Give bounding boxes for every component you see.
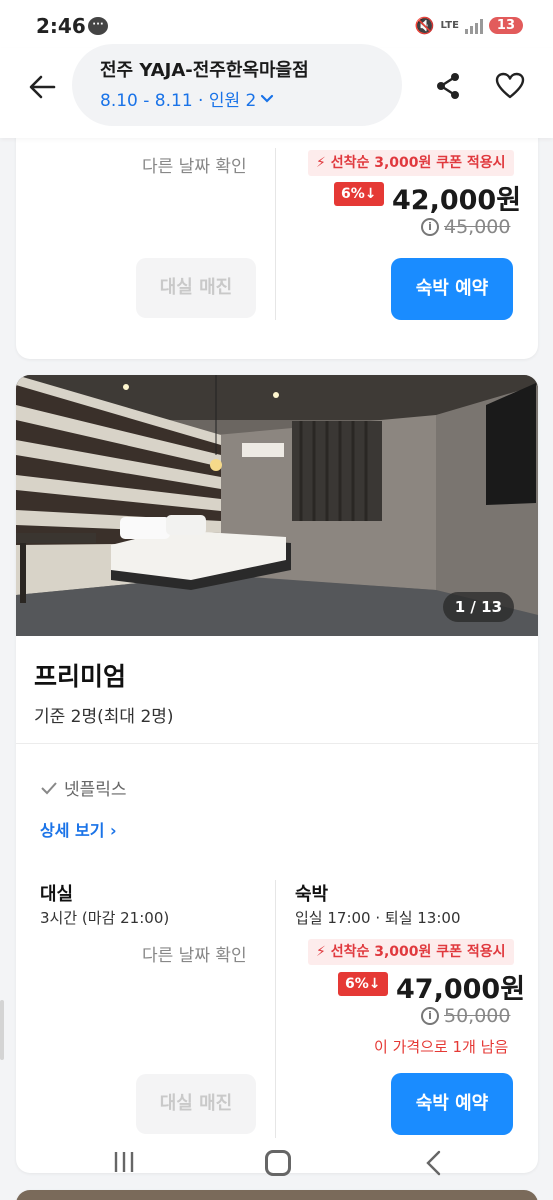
rental-other-date[interactable]: 다른 날짜 확인	[142, 941, 247, 966]
stay-price: 47,000원	[396, 974, 526, 1005]
info-icon[interactable]: i	[421, 1007, 439, 1025]
room-card: 1 / 13 프리미엄 기준 2명(최대 2명) 넷플릭스 상세 보기 › 대실…	[16, 375, 538, 1173]
lightning-icon: ⚡	[316, 155, 326, 171]
recent-apps-icon[interactable]	[112, 1150, 136, 1174]
back-arrow-icon[interactable]	[26, 70, 60, 104]
home-icon[interactable]	[265, 1150, 291, 1176]
system-back-icon[interactable]	[424, 1150, 444, 1176]
status-icons: 🔇 LTE 13	[415, 16, 523, 35]
rental-other-date[interactable]: 다른 날짜 확인	[142, 152, 247, 177]
status-bar: 2:46 ··· 🔇 LTE 13	[0, 0, 553, 48]
share-icon[interactable]	[432, 70, 464, 102]
room-capacity: 기준 2명(최대 2명)	[34, 707, 174, 727]
network-type: LTE	[440, 20, 459, 31]
rental-hours: 3시간 (마감 21:00)	[40, 909, 170, 927]
discount-text: 6%	[345, 976, 369, 992]
battery-level: 13	[488, 17, 523, 34]
stay-times: 입실 17:00 · 퇴실 13:00	[295, 909, 461, 927]
detail-link[interactable]: 상세 보기 ›	[40, 817, 117, 841]
remaining-notice: 이 가격으로 1개 남음	[374, 1038, 509, 1056]
chevron-down-icon	[261, 94, 274, 103]
chevron-right-icon: ›	[110, 821, 117, 840]
mute-icon: 🔇	[414, 16, 435, 35]
room-card: 다른 날짜 확인 대실 매진 ⚡ 선착순 3,000원 쿠폰 적용시 6%↓ 4…	[16, 100, 538, 359]
rental-soldout-button: 대실 매진	[136, 1074, 256, 1134]
coupon-text: 선착순 3,000원 쿠폰 적용시	[330, 155, 506, 171]
scroll-indicator[interactable]	[0, 1000, 4, 1060]
coupon-badge: ⚡ 선착순 3,000원 쿠폰 적용시	[308, 939, 514, 965]
signal-icon	[464, 18, 483, 34]
status-time: 2:46	[36, 14, 86, 38]
discount-badge: 6%↓	[338, 972, 388, 996]
section-divider	[16, 743, 538, 744]
coupon-text: 선착순 3,000원 쿠폰 적용시	[330, 944, 506, 960]
heart-icon[interactable]	[494, 70, 526, 102]
column-divider	[275, 148, 276, 320]
coupon-badge: ⚡ 선착순 3,000원 쿠폰 적용시	[308, 150, 514, 176]
info-icon[interactable]: i	[421, 218, 439, 236]
system-nav-bar	[0, 1140, 553, 1186]
check-icon	[41, 781, 57, 794]
down-arrow-icon: ↓	[364, 186, 377, 202]
stay-book-button[interactable]: 숙박 예약	[391, 258, 513, 320]
rental-title: 대실	[40, 884, 74, 905]
lightning-icon: ⚡	[316, 944, 326, 960]
amenity-label: 넷플릭스	[64, 780, 127, 800]
app-header: 전주 YAJA-전주한옥마을점 8.10 - 8.11 · 인원 2	[0, 44, 553, 138]
stay-price: 42,000원	[392, 185, 522, 216]
rental-soldout-button: 대실 매진	[136, 258, 256, 318]
dates-guests-label: 8.10 - 8.11 · 인원 2	[100, 91, 257, 111]
detail-link-label[interactable]: 상세 보기	[40, 821, 104, 840]
room-photo[interactable]: 1 / 13	[16, 375, 538, 636]
message-notification-icon: ···	[88, 17, 108, 35]
down-arrow-icon: ↓	[368, 976, 381, 992]
dates-guests[interactable]: 8.10 - 8.11 · 인원 2	[100, 86, 274, 111]
original-price: 50,000	[444, 1005, 511, 1027]
amenity-item: 넷플릭스	[40, 775, 127, 800]
discount-badge: 6%↓	[334, 182, 384, 206]
stay-title: 숙박	[295, 884, 329, 905]
hotel-name: 전주 YAJA-전주한옥마을점	[100, 60, 309, 81]
original-price: 45,000	[444, 216, 511, 238]
room-name: 프리미엄	[34, 662, 127, 691]
column-divider	[275, 880, 276, 1138]
photo-counter: 1 / 13	[442, 592, 514, 622]
discount-text: 6%	[341, 186, 365, 202]
stay-book-button[interactable]: 숙박 예약	[391, 1073, 513, 1135]
hotel-search-pill[interactable]: 전주 YAJA-전주한옥마을점 8.10 - 8.11 · 인원 2	[72, 44, 402, 126]
room-card-next	[16, 1190, 538, 1200]
